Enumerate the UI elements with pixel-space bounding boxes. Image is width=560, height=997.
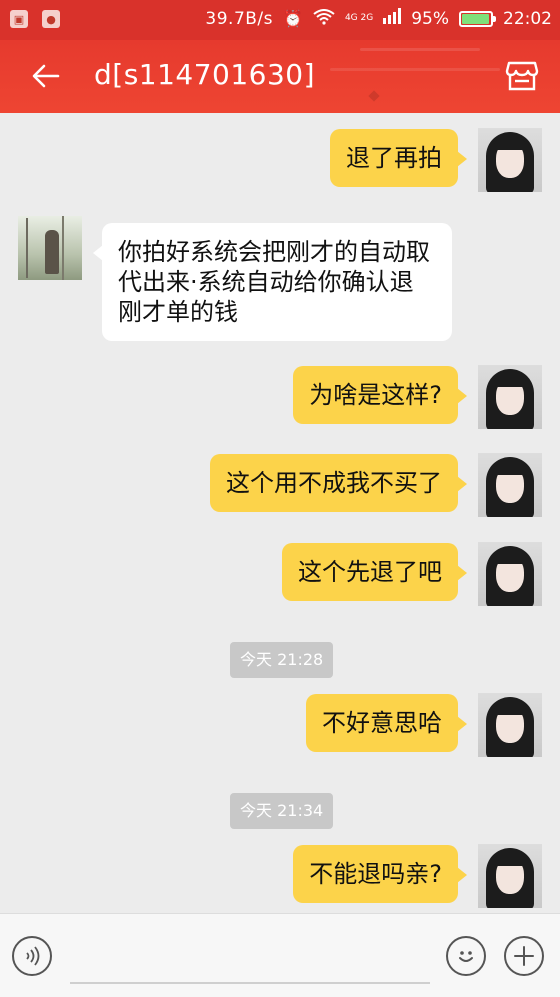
header-decoration	[330, 68, 500, 71]
timestamp: 今天 21:34	[230, 793, 334, 829]
header-decoration	[360, 48, 480, 51]
voice-icon[interactable]	[12, 936, 52, 976]
wifi-icon	[313, 8, 335, 29]
message-bubble-me[interactable]: 不好意思哈	[306, 694, 467, 752]
header-decoration	[368, 90, 380, 102]
avatar[interactable]	[478, 693, 542, 757]
input-bar	[0, 913, 560, 997]
message-bubble-me[interactable]: 这个先退了吧	[282, 543, 467, 601]
avatar[interactable]	[478, 365, 542, 429]
status-bar: ▣ ● 39.7B/s ⏰ 4G 2G 95% 22:02	[0, 0, 560, 40]
avatar[interactable]	[478, 542, 542, 606]
notification-icon: ▣	[10, 10, 28, 28]
chat-header: d[s114701630]	[0, 40, 560, 113]
clock: 22:02	[503, 8, 552, 29]
battery-icon	[459, 10, 496, 27]
network-speed: 39.7B/s	[205, 8, 274, 29]
back-arrow-icon[interactable]	[26, 56, 66, 96]
message-bubble-me[interactable]: 为啥是这样?	[293, 366, 467, 424]
battery-fill	[462, 13, 489, 24]
avatar[interactable]	[478, 844, 542, 908]
message-bubble-other[interactable]: 你拍好系统会把刚才的自动取代出来·系统自动给你确认退刚才单的钱	[93, 223, 452, 341]
signal-icon	[383, 8, 402, 29]
alarm-icon: ⏰	[283, 9, 303, 28]
message-bubble-me[interactable]: 退了再拍	[330, 129, 467, 187]
plus-icon[interactable]	[504, 936, 544, 976]
message-bubble-me[interactable]: 不能退吗亲?	[293, 845, 467, 903]
avatar[interactable]	[478, 453, 542, 517]
message-list[interactable]: 退了再拍 你拍好系统会把刚才的自动取代出来·系统自动给你确认退刚才单的钱 为啥是…	[0, 113, 560, 913]
message-input[interactable]	[70, 982, 430, 984]
shop-icon[interactable]	[502, 56, 542, 96]
timestamp: 今天 21:28	[230, 642, 334, 678]
emoji-icon[interactable]	[446, 936, 486, 976]
qq-icon: ●	[42, 10, 60, 28]
chat-title: d[s114701630]	[94, 58, 316, 91]
avatar-other[interactable]	[18, 216, 82, 280]
message-bubble-me[interactable]: 这个用不成我不买了	[210, 454, 467, 512]
battery-percent: 95%	[411, 8, 449, 29]
avatar[interactable]	[478, 128, 542, 192]
network-type: 4G 2G	[344, 13, 374, 23]
